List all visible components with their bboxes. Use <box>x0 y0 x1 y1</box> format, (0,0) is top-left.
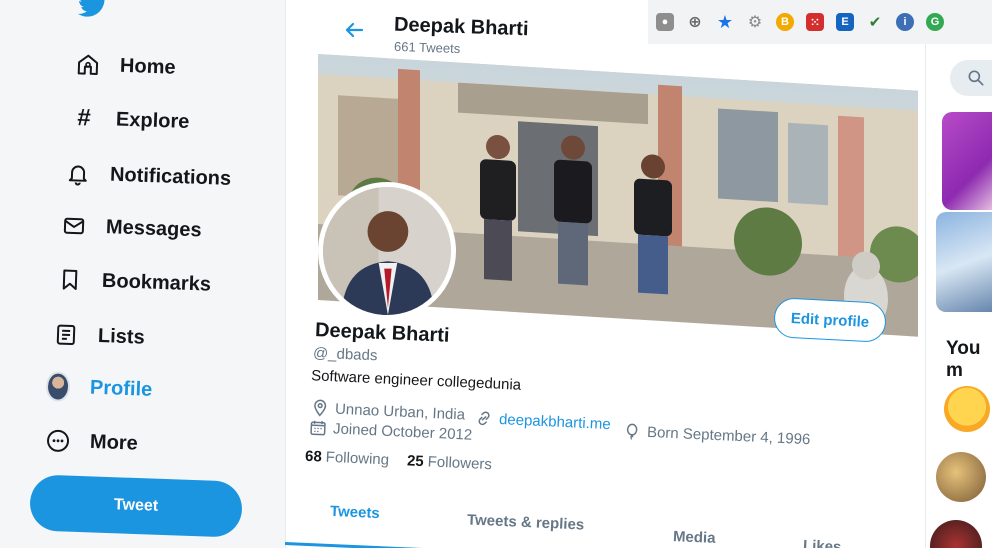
grammarly-extension-icon[interactable]: G <box>926 13 944 31</box>
profile-tabs: Tweets Tweets & replies Media Likes <box>284 492 925 548</box>
sidebar-item-label: Notifications <box>109 163 232 190</box>
bell-icon <box>66 161 91 186</box>
e-extension-icon[interactable]: E <box>836 13 854 31</box>
star-icon[interactable]: ★ <box>716 12 734 32</box>
sidebar: Home # Explore Notifications Messages Bo… <box>0 0 285 548</box>
bitcoin-extension-icon[interactable]: B <box>776 13 794 31</box>
sidebar-item-bookmarks[interactable]: Bookmarks <box>58 267 212 296</box>
header-tweet-count: 661 Tweets <box>393 38 461 57</box>
tab-media[interactable]: Media <box>673 528 716 547</box>
avatar <box>45 371 71 402</box>
sidebar-item-profile[interactable]: Profile <box>45 371 153 402</box>
sidebar-item-home[interactable]: Home <box>76 52 176 79</box>
tab-likes[interactable]: Likes <box>803 537 842 548</box>
suggested-user-avatar[interactable] <box>936 452 986 502</box>
sidebar-item-label: Bookmarks <box>101 269 212 296</box>
edit-profile-button[interactable]: Edit profile <box>773 297 887 343</box>
tab-tweets-replies[interactable]: Tweets & replies <box>467 511 585 533</box>
plus-extension-icon[interactable]: ⊕ <box>686 13 704 31</box>
followers-count: 25 <box>406 452 425 471</box>
link-icon <box>475 409 494 428</box>
search-input[interactable] <box>950 60 992 96</box>
back-arrow-icon[interactable] <box>342 18 366 42</box>
following-count: 68 <box>304 447 323 466</box>
more-icon <box>46 428 71 453</box>
search-icon <box>968 70 984 86</box>
tab-tweets[interactable]: Tweets <box>330 503 380 522</box>
location-pin-icon <box>311 399 330 418</box>
calendar-icon <box>309 418 328 437</box>
tweet-button[interactable]: Tweet <box>29 474 243 538</box>
sidebar-item-explore[interactable]: # Explore <box>72 104 190 134</box>
media-thumbnail[interactable] <box>942 112 992 210</box>
check-extension-icon[interactable]: ✔ <box>866 13 884 31</box>
info-extension-icon[interactable]: i <box>896 13 914 31</box>
active-tab-indicator <box>284 542 425 548</box>
you-might-like-heading: You m <box>946 338 981 381</box>
header-profile-name: Deepak Bharti <box>393 13 529 41</box>
sidebar-item-label: Lists <box>97 324 146 349</box>
profile-avatar[interactable] <box>318 182 456 320</box>
suggested-user-avatar[interactable] <box>944 386 990 432</box>
media-thumbnail[interactable] <box>936 212 992 312</box>
sidebar-item-more[interactable]: More <box>46 428 139 455</box>
twitter-logo-icon[interactable] <box>78 0 108 18</box>
list-icon <box>54 322 79 347</box>
camera-extension-icon[interactable]: ● <box>656 13 674 31</box>
dice-extension-icon[interactable]: ⁙ <box>806 13 824 31</box>
browser-extension-bar: ● ⊕ ★ ⚙ B ⁙ E ✔ i G <box>648 0 992 44</box>
profile-handle: @_dbads <box>312 344 378 365</box>
gear-icon[interactable]: ⚙ <box>746 13 764 31</box>
hashtag-icon: # <box>76 104 92 132</box>
followers-label: Followers <box>427 453 493 474</box>
sidebar-item-label: Profile <box>89 376 153 401</box>
bookmark-icon <box>58 267 83 292</box>
following-label: Following <box>325 448 390 469</box>
sidebar-item-lists[interactable]: Lists <box>54 322 145 349</box>
sidebar-item-label: Home <box>119 54 176 79</box>
home-icon <box>76 52 101 77</box>
envelope-icon <box>62 214 87 239</box>
sidebar-item-label: Explore <box>115 107 190 133</box>
balloon-icon <box>623 422 642 441</box>
sidebar-item-notifications[interactable]: Notifications <box>66 161 232 191</box>
sidebar-item-label: Messages <box>105 215 202 241</box>
sidebar-item-messages[interactable]: Messages <box>62 214 202 243</box>
sidebar-item-label: More <box>89 430 139 455</box>
